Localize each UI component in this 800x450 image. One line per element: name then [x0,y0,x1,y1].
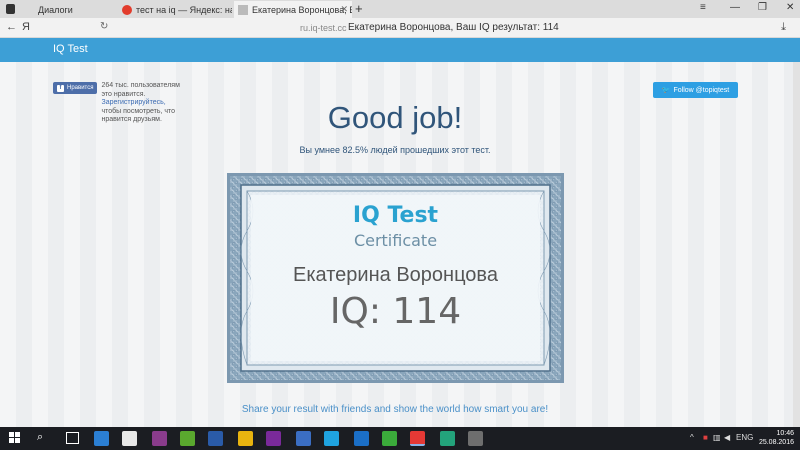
clock[interactable]: 10:46 25.08.2016 [759,429,794,447]
facebook-count-text: 264 тыс. пользователям это нравится. [101,82,180,98]
url-text[interactable]: ru.iq-test.cc [300,23,347,33]
camtasia-icon[interactable] [440,431,455,446]
tab-dialogs[interactable]: Диалоги [20,1,116,18]
clock-date: 25.08.2016 [758,439,794,446]
utorrent-icon[interactable] [382,431,397,446]
dialogs-favicon-icon [24,5,34,15]
certificate-subtitle: Certificate [353,231,438,250]
site-logo[interactable]: IQ Test [53,43,88,55]
yandex-browser-logo-icon[interactable] [6,4,15,14]
windows-taskbar: ⌕ ^ ■ ▥ ◀ ENG 10:46 25.08.2016 [0,427,800,450]
site-header: IQ Test [0,38,800,62]
gimp-icon[interactable] [468,431,483,446]
minimize-icon[interactable]: — [730,2,740,13]
windows-start-icon[interactable] [9,432,21,444]
tab-label: Диалоги [38,4,73,15]
task-view-icon[interactable] [66,432,79,444]
winrar-icon[interactable] [152,431,167,446]
page-headline: Good job! [327,100,463,135]
close-window-icon[interactable]: ✕ [786,2,794,13]
photoshop-icon[interactable] [208,431,223,446]
tab-label: Екатерина Воронцова, Ва [252,4,352,15]
skype-icon[interactable] [324,431,339,446]
iq-test-favicon-icon [238,4,248,15]
language-indicator[interactable]: ENG [736,433,753,442]
tray-chevron-icon[interactable]: ^ [690,433,694,442]
network-icon[interactable]: ▥ [713,433,721,442]
teamviewer-icon[interactable] [354,431,369,446]
vk-icon[interactable] [296,431,311,446]
maximize-icon[interactable]: ❐ [758,2,767,13]
yandex-favicon-icon [122,4,132,15]
edge-icon[interactable] [94,431,109,446]
certificate-iq-score: IQ: 114 [329,291,462,332]
volume-icon[interactable]: ◀ [724,433,730,442]
page-content: f Нравится 264 тыс. пользователям это нр… [0,62,800,427]
certificate-title: IQ Test [352,203,439,228]
facebook-like-button[interactable]: f Нравится [53,82,98,94]
result-percentile-text: Вы умнее 82.5% людей прошедших этот тест… [299,145,491,155]
download-icon[interactable]: ⤓ [781,21,786,34]
twitter-follow-label: Follow @topiqtest [673,86,730,94]
new-tab-button[interactable]: + [355,2,363,16]
twitter-bird-icon: 🐦 [661,87,671,94]
yandex-logo[interactable]: Я [22,21,30,33]
browser-tab-strip: Диалоги тест на iq — Яндекс: нашло Екате… [0,0,800,18]
address-bar: ← Я ↻ ru.iq-test.cc Екатерина Воронцова,… [0,18,800,38]
green-app-icon[interactable] [180,431,195,446]
yandex-browser-icon[interactable] [410,431,425,446]
chrome-icon[interactable] [238,431,253,446]
menu-icon[interactable]: ≡ [700,2,706,13]
reload-icon[interactable]: ↻ [100,21,108,32]
page-title-text[interactable]: Екатерина Воронцова, Ваш IQ результат: 1… [348,22,559,33]
tab-close-icon[interactable]: ✕ [340,4,348,15]
store-icon[interactable] [122,431,137,446]
tor-icon[interactable] [266,431,281,446]
clock-time: 10:46 [776,430,794,437]
facebook-icon: f [57,84,64,92]
tray-antivirus-icon[interactable]: ■ [703,433,708,442]
facebook-like-label: Нравится [67,85,94,91]
certificate-name: Екатерина Воронцова [293,264,498,286]
twitter-follow-button[interactable]: 🐦 Follow @topiqtest [653,82,738,98]
tab-label: тест на iq — Яндекс: нашло [136,4,232,15]
search-icon[interactable]: ⌕ [37,431,43,444]
iq-certificate: IQ Test Certificate Екатерина Воронцова … [227,173,564,383]
share-prompt-text: Share your result with friends and show … [241,404,549,415]
back-arrow-icon[interactable]: ← [6,21,17,33]
tab-yandex-search[interactable]: тест на iq — Яндекс: нашло [118,1,232,18]
tab-iq-result[interactable]: Екатерина Воронцова, Ва ✕ [234,1,352,18]
